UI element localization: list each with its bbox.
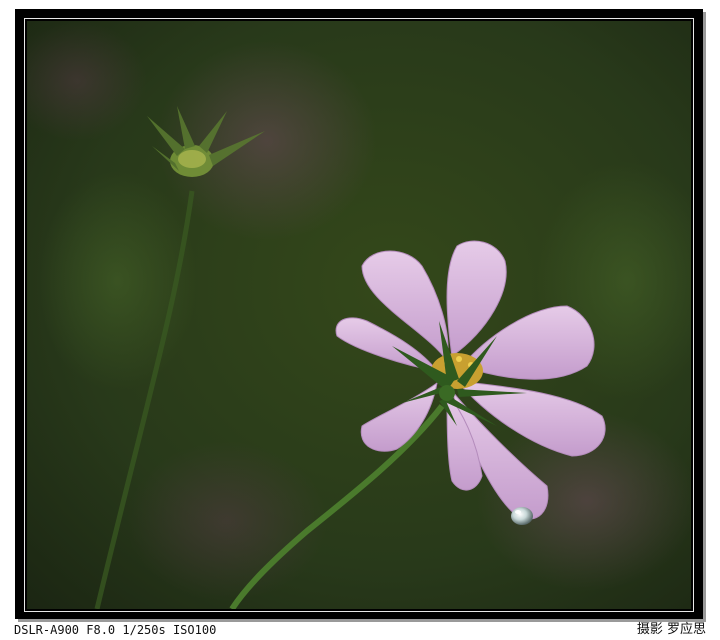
flower-photo-svg (27, 21, 691, 609)
photograph (27, 21, 691, 609)
bokeh-green-left (37, 171, 197, 391)
exif-caption: DSLR-A900 F8.0 1/250s ISO100 (14, 623, 217, 637)
page: DSLR-A900 F8.0 1/250s ISO100 摄影 罗应思 (0, 0, 720, 640)
water-droplet (511, 507, 533, 525)
photographer-credit: 摄影 罗应思 (636, 622, 706, 637)
bokeh-pink-bottom (127, 441, 327, 601)
